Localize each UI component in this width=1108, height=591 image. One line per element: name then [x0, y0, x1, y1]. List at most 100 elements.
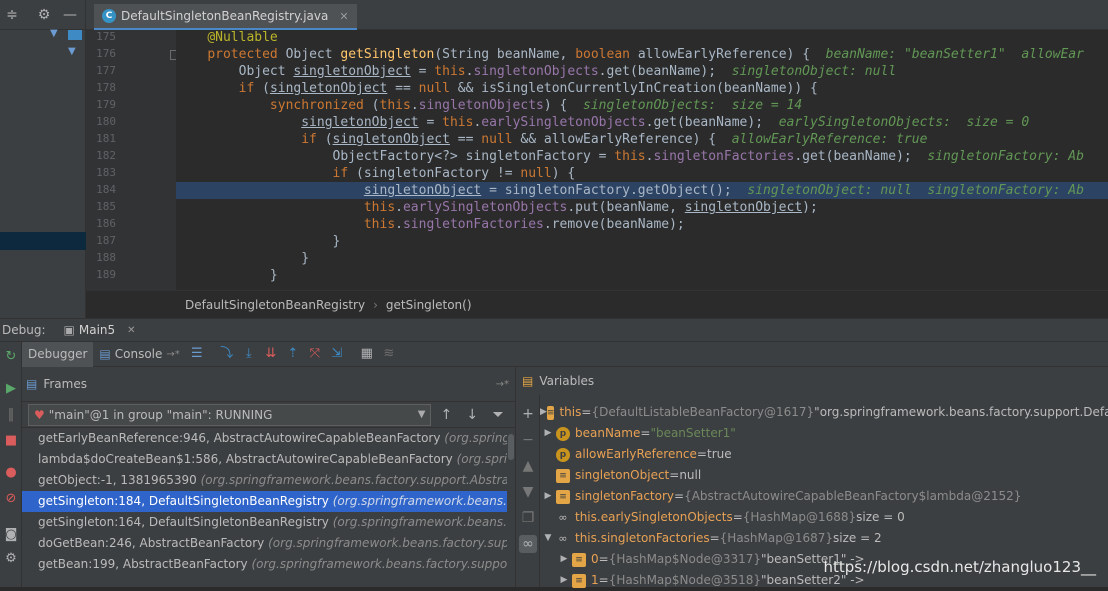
- resume-icon[interactable]: ▶: [2, 380, 20, 398]
- menu-icon[interactable]: ☰: [186, 343, 208, 365]
- frame-item[interactable]: lambda$doCreateBean$1:586, AbstractAutow…: [22, 449, 515, 470]
- frames-scrollbar[interactable]: [507, 428, 515, 587]
- stop-icon[interactable]: ■: [2, 432, 20, 450]
- frames-header: ▤ Frames →*: [22, 367, 515, 402]
- pin-icon: →*: [166, 348, 180, 360]
- step-into-icon[interactable]: ⇊: [260, 343, 282, 365]
- tree-expand-arrow-icon[interactable]: ▼: [50, 28, 58, 39]
- variable-type: {HashMap@1688}: [742, 510, 857, 524]
- variable-name: singletonFactory: [575, 489, 675, 503]
- inline-debug-hint: beanName: "beanSetter1" allowEar: [825, 47, 1084, 62]
- expand-arrow-icon[interactable]: ▶: [556, 549, 572, 570]
- frame-package: (org.springframework.beans.factory.suppo…: [268, 536, 515, 550]
- frame-item[interactable]: getObject:-1, 1381965390 (org.springfram…: [22, 470, 515, 491]
- frame-package: (org.springframework.beans.facto: [332, 515, 515, 529]
- variable-row[interactable]: ▼ ∞ this.singletonFactories = {HashMap@168…: [540, 528, 1108, 549]
- pin-icon[interactable]: →*: [496, 379, 509, 390]
- tab-console-label: Console: [114, 347, 163, 361]
- frame-item[interactable]: getEarlyBeanReference:946, AbstractAutow…: [22, 428, 515, 449]
- variable-type: {HashMap$Node@3317}: [608, 552, 762, 566]
- evaluate-icon[interactable]: ▦: [356, 343, 378, 365]
- mute-breakpoints-icon[interactable]: ⊘: [2, 490, 20, 508]
- line-number: 179: [96, 98, 116, 111]
- arrow-up-icon[interactable]: ↑: [435, 407, 457, 423]
- frame-method: getEarlyBeanReference:946, AbstractAutow…: [38, 431, 441, 445]
- settings-icon[interactable]: ⚙: [2, 550, 20, 568]
- variable-row[interactable]: p allowEarlyReference = true: [540, 444, 1108, 465]
- frame-method: getSingleton:184, DefaultSingletonBeanRe…: [38, 494, 329, 508]
- variable-value: "beanSetter1": [650, 426, 736, 440]
- breadcrumb-item-class[interactable]: DefaultSingletonBeanRegistry: [185, 298, 365, 312]
- remove-watch-icon[interactable]: −: [519, 431, 537, 449]
- code-line: if (singletonObject == null && isSinglet…: [238, 81, 818, 96]
- code-editor[interactable]: @Nullable protected Object getSingleton(…: [176, 30, 1108, 290]
- tab-console[interactable]: ▤ Console →*: [93, 342, 185, 367]
- rerun-icon[interactable]: ↻: [2, 348, 20, 366]
- view-breakpoints-icon[interactable]: ●: [2, 464, 20, 482]
- gear-icon[interactable]: ⚙: [36, 7, 52, 23]
- run-to-cursor-icon[interactable]: ⇲: [326, 343, 348, 365]
- inline-debug-hint: singletonObject: null singletonFactory: …: [747, 183, 1084, 198]
- line-number: 175: [96, 30, 116, 43]
- close-icon[interactable]: ✕: [339, 10, 348, 23]
- filter-icon[interactable]: ⏷: [487, 407, 509, 423]
- move-up-icon[interactable]: ▲: [519, 457, 537, 475]
- frame-item-selected[interactable]: getSingleton:184, DefaultSingletonBeanRe…: [22, 491, 515, 512]
- copy-icon[interactable]: ❐: [519, 509, 537, 527]
- close-icon[interactable]: ✕: [127, 325, 135, 336]
- expand-arrow-icon[interactable]: ▶: [540, 423, 556, 444]
- collapse-all-icon[interactable]: ≑: [4, 7, 20, 23]
- arrow-down-icon[interactable]: ↓: [461, 407, 483, 423]
- variable-value: "org.springframework.beans.factory.suppo…: [814, 405, 1108, 419]
- trace-icon[interactable]: ≋: [378, 343, 400, 365]
- frame-item[interactable]: doGetBean:246, AbstractBeanFactory (org.…: [22, 533, 515, 554]
- watch-glasses-icon: ∞: [558, 510, 568, 524]
- tab-debugger[interactable]: Debugger: [22, 341, 94, 367]
- variable-type: {HashMap$Node@3518}: [608, 573, 762, 587]
- thread-select-value: "main"@1 in group "main": RUNNING: [48, 407, 273, 422]
- inline-debug-hint: singletonObject: null: [731, 64, 897, 79]
- variable-equals: =: [674, 489, 685, 503]
- show-execution-point-icon[interactable]: ⤵: [216, 343, 238, 365]
- thread-select[interactable]: ♥ "main"@1 in group "main": RUNNING ▼: [28, 403, 432, 426]
- variable-row[interactable]: ∞ this.earlySingletonObjects = {HashMap@1…: [540, 507, 1108, 528]
- run-config-tab[interactable]: ▣ Main5 ✕: [64, 323, 136, 337]
- debug-window-header: Debug: ▣ Main5 ✕: [0, 318, 1108, 342]
- variable-row[interactable]: ▶ p beanName = "beanSetter1": [540, 423, 1108, 444]
- step-out-icon[interactable]: ⇡: [282, 343, 304, 365]
- variable-row[interactable]: ▶ ≡ singletonFactory = {AbstractAutowireCa…: [540, 486, 1108, 507]
- project-panel-strip: ≑ ⚙ — ▼ ▼: [0, 0, 86, 318]
- camera-icon[interactable]: ◙: [2, 526, 20, 544]
- folder-icon: [68, 30, 82, 40]
- java-class-icon: C: [102, 9, 116, 23]
- expand-arrow-icon[interactable]: ▶: [556, 570, 572, 591]
- variable-name: 1: [591, 573, 599, 587]
- variable-row[interactable]: ▶ ≡ this = {DefaultListableBeanFactory@161…: [540, 402, 1108, 423]
- drop-frame-icon[interactable]: ⤧: [304, 343, 326, 365]
- tree-expand-arrow-icon[interactable]: ▼: [68, 46, 76, 57]
- scrollbar-thumb[interactable]: [508, 434, 514, 460]
- expand-arrow-icon[interactable]: ▶: [540, 486, 556, 507]
- pause-icon[interactable]: ‖: [2, 406, 20, 424]
- add-watch-icon[interactable]: +: [519, 405, 537, 423]
- step-over-icon[interactable]: ⤓: [238, 343, 260, 365]
- move-down-icon[interactable]: ▼: [519, 483, 537, 501]
- show-watches-icon[interactable]: ∞: [519, 535, 537, 553]
- line-number: 176: [96, 47, 116, 60]
- variable-row[interactable]: ≡ singletonObject = null: [540, 465, 1108, 486]
- variable-equals: =: [732, 510, 743, 524]
- current-execution-line: singletonObject = singletonFactory.getOb…: [176, 182, 1108, 199]
- expand-arrow-icon[interactable]: ▶: [540, 402, 547, 423]
- watch-glasses-icon: ∞: [558, 531, 568, 545]
- variable-type: {HashMap@1687}: [719, 531, 834, 545]
- frame-item[interactable]: getSingleton:164, DefaultSingletonBeanRe…: [22, 512, 515, 533]
- inline-debug-hint: earlySingletonObjects: size = 0: [778, 115, 1030, 130]
- collapse-arrow-icon[interactable]: ▼: [540, 528, 556, 549]
- selected-tree-item[interactable]: [0, 232, 86, 250]
- frame-item[interactable]: getBean:199, AbstractBeanFactory (org.sp…: [22, 554, 515, 575]
- hide-icon[interactable]: —: [62, 7, 78, 23]
- editor-tab[interactable]: C DefaultSingletonBeanRegistry.java ✕: [94, 4, 357, 30]
- variable-name: beanName: [575, 426, 641, 440]
- breadcrumb-item-method[interactable]: getSingleton(): [386, 298, 472, 312]
- project-toolbar: ≑ ⚙ —: [0, 0, 86, 30]
